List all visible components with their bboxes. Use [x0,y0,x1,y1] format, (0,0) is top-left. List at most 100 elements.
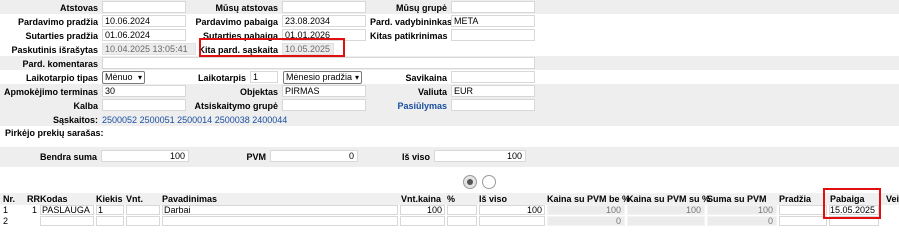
apmokejimo-terminas-label: Apmokėjimo terminas [3,87,98,97]
cell-kodas[interactable] [40,216,94,226]
pvm-label: PVM [246,152,266,162]
pasiulymas-input[interactable] [451,99,535,111]
laikotarpis-input[interactable]: 1 [250,71,278,83]
col-kaina-su: Kaina su PVM su % [627,194,711,204]
atsiskaitymo-grupe-input[interactable] [282,99,366,111]
invoice-link[interactable]: 2500038 [215,115,250,125]
kalba-input[interactable] [102,99,186,111]
col-rr: RR [27,194,40,204]
pardavimo-pabaiga-input[interactable]: 23.08.2034 [282,15,366,27]
laikotarpio-tipas-select[interactable]: Mėnuo ▾ [102,71,145,84]
cell-kodas[interactable]: PASLAUGA [40,205,94,215]
musu-atstovas-input[interactable] [282,1,366,13]
col-vnt-kaina: Vnt.kaina [401,194,442,204]
chevron-down-icon: ▾ [354,73,359,82]
savikaina-label: Savikaina [405,73,447,83]
is-viso-field[interactable]: 100 [434,150,526,162]
is-viso-label: Iš viso [401,152,430,162]
cell-kaina-be: 0 [547,216,625,226]
cell-pct[interactable] [447,205,477,215]
paskutinis-israsytas-label: Paskutinis išrašytas [11,45,98,55]
cell-kaina-su [627,216,705,226]
laikotarpis-label: Laikotarpis [197,73,246,83]
cell-kaina-su: 100 [627,205,705,215]
cell-nr: 1 [3,205,9,215]
invoice-link[interactable]: 2500014 [177,115,212,125]
col-pradzia: Pradžia [779,194,812,204]
musu-grupe-label: Mūsų grupė [396,3,447,13]
bendra-suma-label: Bendra suma [39,152,97,162]
cell-vnt[interactable] [126,205,160,215]
highlight-box [199,38,345,57]
cell-pct[interactable] [447,216,477,226]
chevron-down-icon: ▾ [137,73,142,82]
col-pct: % [447,194,456,204]
cell-vnt-kaina[interactable] [400,216,445,226]
pasiulymas-link[interactable]: Pasiūlymas [370,100,447,112]
valiuta-label: Valiuta [417,87,447,97]
laikotarpio-tipas-value: Mėnuo [105,72,133,82]
bendra-suma-field[interactable]: 100 [101,150,189,162]
cell-nr: 2 [3,216,9,226]
savikaina-input[interactable] [451,71,535,83]
col-vei: Vei [886,194,899,204]
pvm-field[interactable]: 0 [270,150,358,162]
cell-rr: 1 [32,205,38,215]
laikotarpio-tipas-label: Laikotarpio tipas [25,73,98,83]
objektas-label: Objektas [239,87,278,97]
cell-kaina-be: 100 [547,205,625,215]
col-nr: Nr. [3,194,16,204]
highlight-box [823,188,881,219]
cell-pradzia[interactable] [779,205,827,215]
apmokejimo-terminas-input[interactable]: 30 [102,85,186,97]
cell-pavadinimas[interactable]: Darbai [162,205,398,215]
musu-atstovas-label: Mūsų atstovas [215,3,278,13]
pard-vadybininkas-input[interactable]: META [451,15,535,27]
col-kiekis: Kiekis [96,194,123,204]
cell-vnt[interactable] [126,216,160,226]
pard-komentaras-input[interactable] [102,57,535,69]
cell-suma-su-pvm: 0 [707,216,777,226]
paskutinis-israsytas-field: 10.04.2025 13:05:41 [102,43,196,55]
cell-pradzia[interactable] [779,216,827,226]
pard-komentaras-label: Pard. komentaras [22,59,98,69]
radio-dot-icon [467,179,473,185]
pardavimo-pradzia-label: Pardavimo pradžia [17,17,98,27]
laikotarpis-select-value: Mėnesio pradžia [286,72,353,82]
pirkejo-prekiu-sarasas-label: Pirkėjo prekių sarašas: [5,128,104,138]
objektas-input[interactable]: PIRMAS [282,85,366,97]
pardavimo-pabaiga-label: Pardavimo pabaiga [195,17,278,27]
kalba-label: Kalba [73,101,98,111]
atsiskaitymo-grupe-label: Atsiskaitymo grupė [194,101,278,111]
atstovas-input[interactable] [102,1,186,13]
cell-vnt-kaina[interactable]: 100 [400,205,445,215]
laikotarpis-select[interactable]: Mėnesio pradžia ▾ [283,71,362,84]
kitas-patikrinimas-label: Kitas patikrinimas [370,31,448,41]
view-radio[interactable] [482,175,496,189]
saskaitos-links: 2500052 2500051 2500014 2500038 2400044 [102,114,287,126]
cell-pavadinimas[interactable] [162,216,398,226]
invoice-link[interactable]: 2500051 [140,115,175,125]
col-suma-su-pvm: Suma su PVM [707,194,767,204]
col-kodas: Kodas [40,194,68,204]
cell-is-viso[interactable] [479,216,545,226]
col-vnt: Vnt. [126,194,143,204]
pard-vadybininkas-label: Pard. vadybininkas [370,17,453,27]
saskaitos-label: Sąskaitos: [52,115,98,125]
col-is-viso: Iš viso [479,194,508,204]
cell-kiekis[interactable]: 1 [96,205,124,215]
col-pavadinimas: Pavadinimas [162,194,218,204]
sutarties-pradzia-input[interactable]: 01.06.2024 [102,29,186,41]
valiuta-input[interactable]: EUR [451,85,535,97]
sutarties-pradzia-label: Sutarties pradžia [25,31,98,41]
view-radio-selected[interactable] [463,175,477,189]
cell-is-viso[interactable]: 100 [479,205,545,215]
kitas-patikrinimas-input[interactable] [451,29,535,41]
musu-grupe-input[interactable] [451,1,535,13]
invoice-link[interactable]: 2500052 [102,115,137,125]
cell-kiekis[interactable] [96,216,124,226]
cell-suma-su-pvm: 100 [707,205,777,215]
col-kaina-be: Kaina su PVM be % [547,194,631,204]
invoice-link[interactable]: 2400044 [252,115,287,125]
pardavimo-pradzia-input[interactable]: 10.06.2024 [102,15,186,27]
